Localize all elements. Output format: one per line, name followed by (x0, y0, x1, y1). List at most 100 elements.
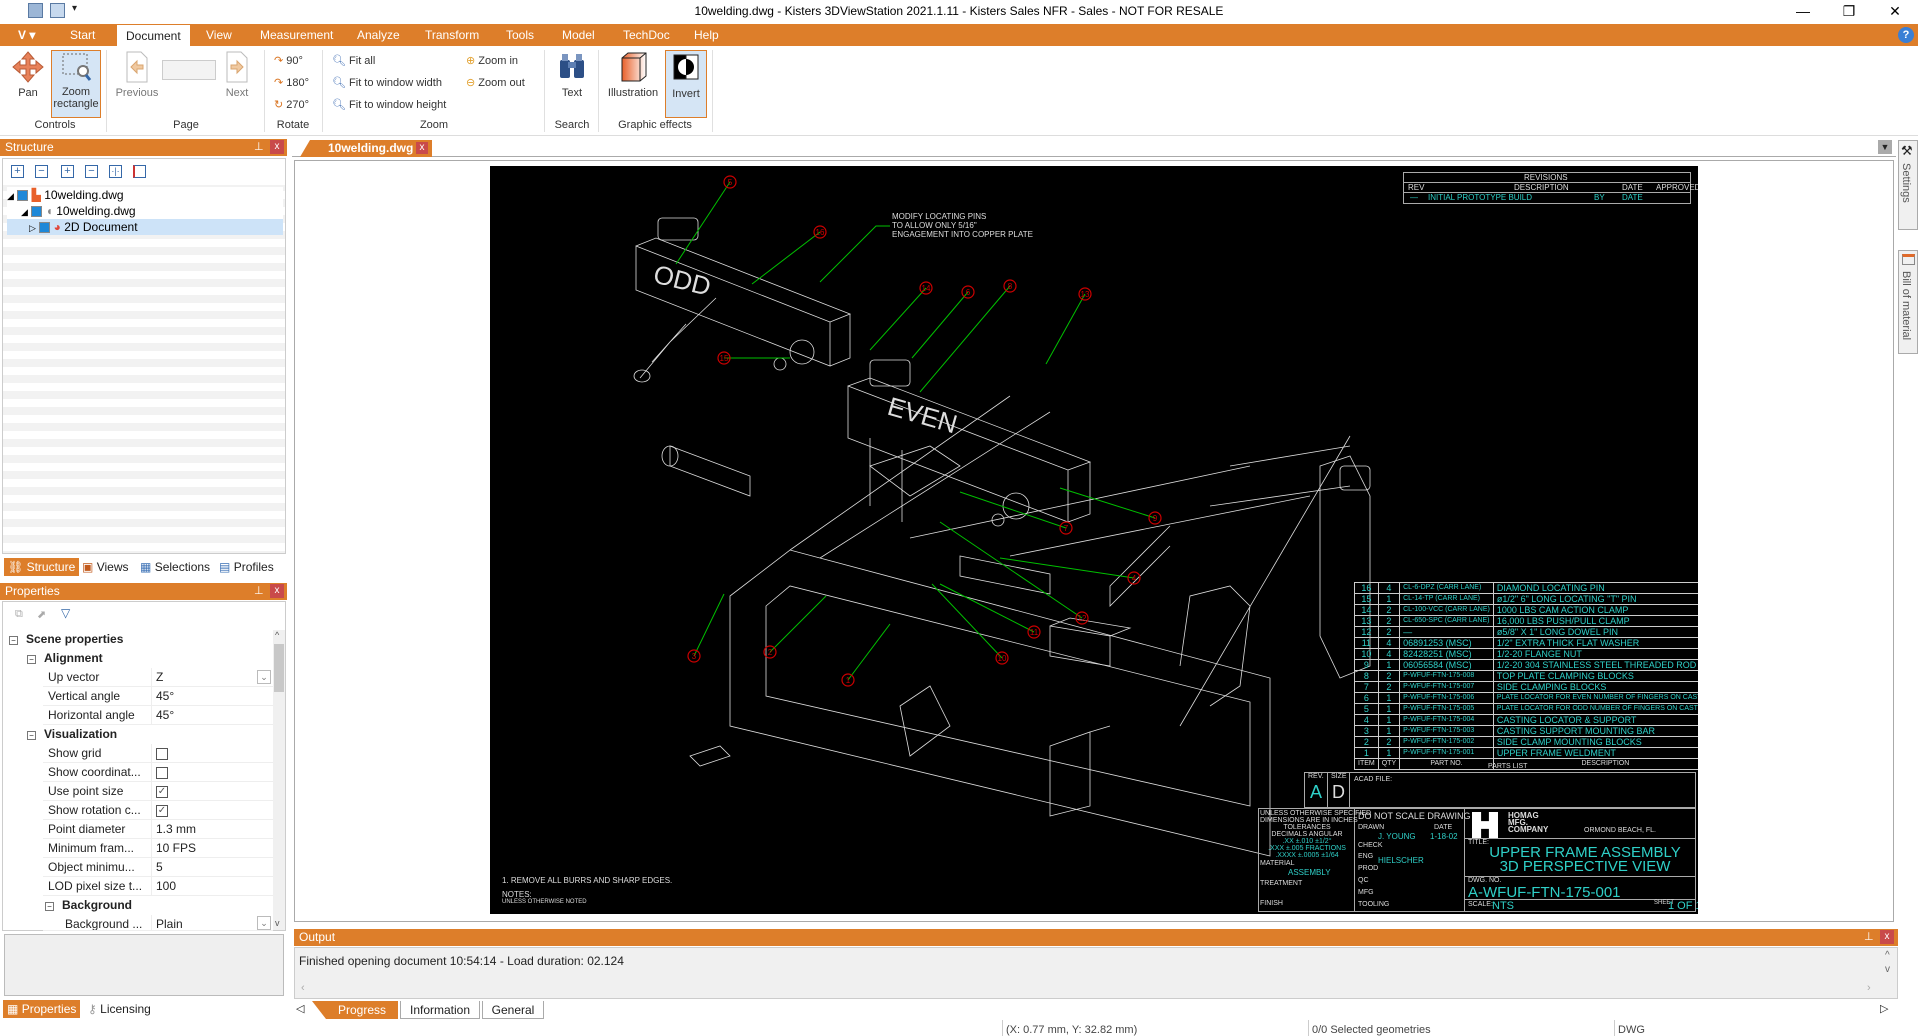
scroll-left-icon[interactable]: ‹ (301, 982, 305, 994)
scroll-right-icon[interactable]: › (1867, 982, 1871, 994)
tab-progress[interactable]: Progress (312, 1001, 398, 1019)
output-close-button[interactable]: x (1880, 930, 1894, 944)
invert-button[interactable]: Invert (665, 50, 707, 118)
tab-information[interactable]: Information (400, 1001, 480, 1019)
tab-scroll-right-icon[interactable]: ▷ (1880, 1002, 1888, 1015)
previous-page-button[interactable]: Previous (114, 50, 160, 108)
tab-general[interactable]: General (482, 1001, 544, 1019)
collapse-icon[interactable]: − (45, 902, 54, 911)
filter-icon[interactable]: ▽ (61, 606, 70, 620)
scroll-up-icon[interactable]: ^ (1885, 950, 1890, 961)
scroll-down-icon[interactable]: v (1885, 964, 1890, 975)
prop-show-grid[interactable]: Show grid (43, 744, 273, 763)
tab-tools[interactable]: Tools (502, 24, 538, 46)
section-scene-properties[interactable]: − Scene properties (9, 630, 123, 649)
collapse-icon[interactable]: − (27, 655, 36, 664)
prop-point-diameter[interactable]: Point diameter 1.3 mm (43, 820, 273, 839)
zoom-out-button[interactable]: ⊖ Zoom out (466, 76, 525, 89)
section-background[interactable]: − Background (45, 896, 132, 915)
expand-icon[interactable]: + (61, 165, 74, 178)
prop-vertical-angle[interactable]: Vertical angle 45° (43, 687, 273, 706)
text-search-button[interactable]: Text (552, 50, 592, 108)
fit-width-button[interactable]: 🔍︎ Fit to window width (332, 76, 442, 89)
tab-selections[interactable]: ▦ Selections (140, 558, 210, 576)
zoom-in-button[interactable]: ⊕ Zoom in (466, 54, 518, 67)
tab-measurement[interactable]: Measurement (256, 24, 337, 46)
prop-up-vector[interactable]: Up vector Z ⌄ (43, 668, 273, 687)
app-menu-button[interactable]: V ▾ (14, 24, 39, 46)
fit-height-button[interactable]: 🔍︎ Fit to window height (332, 98, 446, 111)
settings-side-tab[interactable]: ⚒ Settings (1898, 140, 1918, 230)
prop-show-rotation-center[interactable]: Show rotation c... ✓ (43, 801, 273, 820)
document-tab[interactable]: 10welding.dwg (300, 140, 432, 157)
expand-arrow-icon[interactable]: ◢ (21, 207, 28, 217)
scroll-down-icon[interactable]: v (275, 918, 280, 928)
tree-item-2d-document[interactable]: ▷ ◕ 2D Document (7, 219, 283, 235)
restore-button[interactable]: ❐ (1826, 0, 1872, 24)
scrollbar-thumb[interactable] (274, 644, 284, 692)
tree-options-icon[interactable] (133, 165, 146, 178)
collapse-icon[interactable]: − (85, 165, 98, 178)
prop-minimum-framerate[interactable]: Minimum fram... 10 FPS (43, 839, 273, 858)
visibility-checkbox[interactable] (39, 222, 51, 234)
collapse-icon[interactable]: − (27, 731, 36, 740)
pin-icon[interactable]: ⊥ (254, 139, 264, 156)
prop-show-coordinates[interactable]: Show coordinat... (43, 763, 273, 782)
zoom-rectangle-button[interactable]: Zoom rectangle (51, 50, 101, 118)
dropdown-chevron-icon[interactable]: ⌄ (257, 916, 271, 930)
structure-close-button[interactable]: x (270, 140, 284, 154)
show-coordinates-checkbox[interactable] (156, 766, 168, 779)
close-button[interactable]: ✕ (1872, 0, 1918, 24)
show-rotation-center-checkbox[interactable]: ✓ (156, 804, 168, 817)
tab-techdoc[interactable]: TechDoc (619, 24, 674, 46)
visibility-checkbox[interactable] (31, 206, 43, 218)
illustration-button[interactable]: Illustration (604, 50, 662, 108)
tab-view[interactable]: View (202, 24, 236, 46)
minimize-button[interactable]: — (1780, 0, 1826, 24)
rotate-180-button[interactable]: ↷ 180° (274, 76, 309, 89)
export-icon[interactable]: ⬈ (37, 608, 46, 621)
tree-item-root[interactable]: ◢ ▙ 10welding.dwg (7, 187, 283, 203)
tab-help[interactable]: Help (690, 24, 723, 46)
collapse-icon[interactable]: − (9, 636, 18, 645)
fit-all-button[interactable]: 🔍︎ Fit all (332, 54, 375, 67)
scroll-up-icon[interactable]: ^ (275, 630, 279, 640)
copy-icon[interactable]: ⧉ (15, 608, 23, 621)
pin-icon[interactable]: ⊥ (254, 583, 264, 600)
bill-of-material-side-tab[interactable]: Bill of material (1898, 250, 1918, 354)
tab-model[interactable]: Model (558, 24, 599, 46)
tab-structure[interactable]: ⛓ Structure (4, 558, 80, 576)
collapse-all-icon[interactable]: − (35, 165, 48, 178)
prop-lod-pixel-size[interactable]: LOD pixel size t... 100 (43, 877, 273, 896)
next-page-button[interactable]: Next (222, 50, 252, 108)
tab-document[interactable]: Document (116, 24, 191, 46)
use-point-size-checkbox[interactable]: ✓ (156, 785, 168, 798)
page-number-input[interactable] (162, 60, 216, 80)
rotate-90-button[interactable]: ↷ 90° (274, 54, 303, 67)
properties-close-button[interactable]: x (270, 584, 284, 598)
tab-profiles[interactable]: ▤ Profiles (219, 558, 274, 576)
tab-properties[interactable]: ▦ Properties (3, 1000, 81, 1018)
help-icon[interactable]: ? (1898, 27, 1914, 43)
tab-views[interactable]: ▣ Views (82, 558, 128, 576)
expand-arrow-icon[interactable]: ◢ (7, 191, 14, 201)
prop-background-type[interactable]: Background ... Plain ⌄ (43, 915, 273, 931)
rotate-270-button[interactable]: ↻ 270° (274, 98, 309, 111)
expand-all-icon[interactable]: + (11, 165, 24, 178)
prop-object-minimum[interactable]: Object minimu... 5 (43, 858, 273, 877)
expand-level-icon[interactable]: ·|· (109, 165, 122, 178)
document-tab-close-button[interactable]: x (416, 142, 428, 154)
tab-scroll-left-icon[interactable]: ◁ (296, 1002, 304, 1015)
tab-analyze[interactable]: Analyze (353, 24, 404, 46)
pin-icon[interactable]: ⊥ (1864, 929, 1874, 946)
tab-licensing[interactable]: ⚷ Licensing (88, 1000, 151, 1018)
cad-drawing-canvas[interactable]: ODD EVEN 1 2 3 4 5 6 7 8 9 10 11 12 13 14 15 16 MODIFY … (490, 166, 1698, 914)
section-visualization[interactable]: − Visualization (27, 725, 117, 744)
section-alignment[interactable]: − Alignment (27, 649, 103, 668)
show-grid-checkbox[interactable] (156, 747, 168, 760)
pan-button[interactable]: Pan (8, 50, 48, 108)
prop-use-point-size[interactable]: Use point size ✓ (43, 782, 273, 801)
tab-start[interactable]: Start (66, 24, 99, 46)
dropdown-chevron-icon[interactable]: ⌄ (257, 670, 271, 684)
tree-item-model[interactable]: ◢ ◖ 10welding.dwg (7, 203, 283, 219)
